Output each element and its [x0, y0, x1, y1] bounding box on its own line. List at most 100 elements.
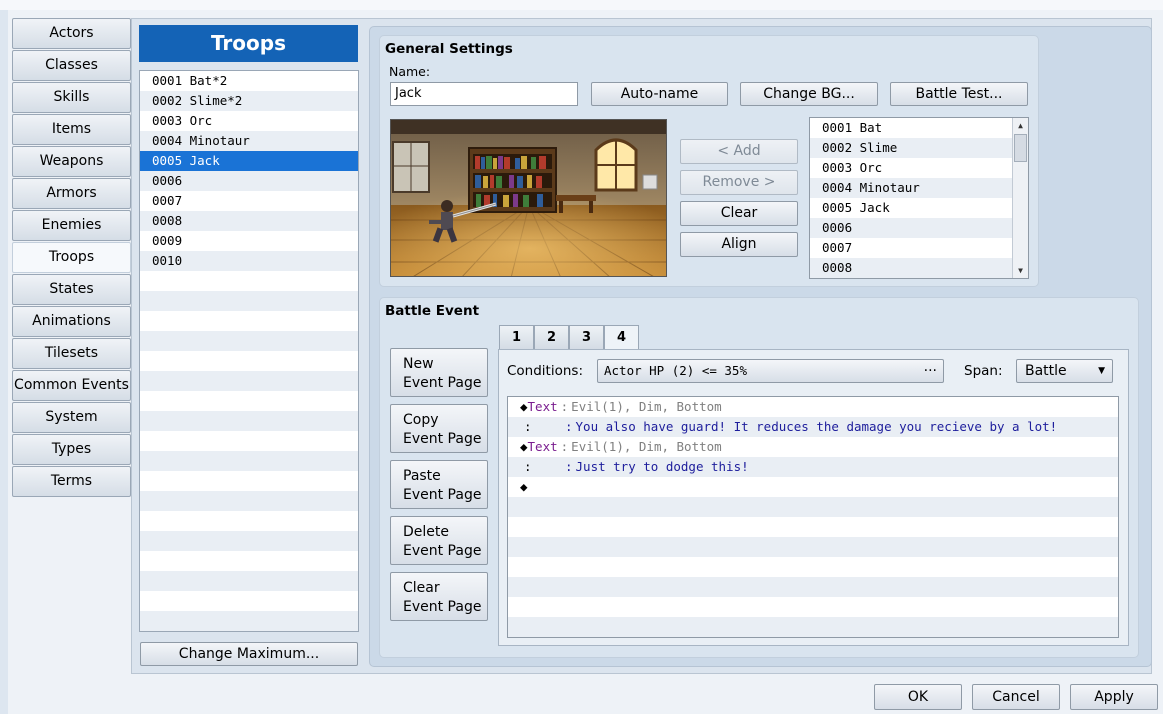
troop-item[interactable]: 0004 Minotaur — [140, 131, 358, 151]
paste-event-page-line1: Paste — [403, 468, 441, 484]
troop-item[interactable]: 0003 Orc — [140, 111, 358, 131]
battle-background-preview[interactable] — [390, 119, 667, 277]
command-separator: : — [565, 419, 573, 434]
span-label: Span: — [964, 363, 1003, 379]
scroll-up-icon[interactable]: ▲ — [1014, 119, 1027, 132]
delete-event-page-button[interactable]: Delete Event Page — [390, 516, 488, 565]
enemy-item[interactable]: 0007 — [810, 238, 1028, 258]
command-marker-icon: ◆ — [520, 439, 528, 454]
enemy-item[interactable]: 0001 Bat — [810, 118, 1028, 138]
category-system[interactable]: System — [12, 402, 131, 433]
troop-item[interactable]: 0002 Slime*2 — [140, 91, 358, 111]
scroll-down-icon[interactable]: ▼ — [1014, 264, 1027, 277]
change-maximum-button[interactable]: Change Maximum... — [140, 642, 358, 666]
conditions-button[interactable]: Actor HP (2) <= 35% ··· — [597, 359, 944, 383]
event-command-row[interactable]: :: You also have guard! It reduces the da… — [508, 417, 1118, 437]
troop-item-selected[interactable]: 0005 Jack — [140, 151, 358, 171]
category-weapons[interactable]: Weapons — [12, 146, 131, 177]
enemy-item[interactable]: 0008 — [810, 258, 1028, 278]
change-bg-button[interactable]: Change BG... — [740, 82, 878, 106]
new-event-page-line2: Event Page — [403, 375, 482, 391]
category-types[interactable]: Types — [12, 434, 131, 465]
enemy-item[interactable]: 0005 Jack — [810, 198, 1028, 218]
tab-page-2[interactable]: 2 — [534, 325, 569, 350]
span-select[interactable]: Battle ▼ — [1016, 359, 1113, 383]
enemy-item[interactable]: 0003 Orc — [810, 158, 1028, 178]
category-classes[interactable]: Classes — [12, 50, 131, 81]
command-separator: : — [560, 439, 569, 454]
message-text: You also have guard! It reduces the dama… — [575, 419, 1058, 434]
battleback-picture — [391, 120, 666, 276]
general-settings-title: General Settings — [385, 41, 513, 57]
name-label: Name: — [389, 64, 431, 79]
add-enemy-button[interactable]: < Add — [680, 139, 798, 164]
copy-event-page-line2: Event Page — [403, 431, 482, 447]
category-actors[interactable]: Actors — [12, 18, 131, 49]
clear-enemies-button[interactable]: Clear — [680, 201, 798, 226]
clear-event-page-line2: Event Page — [403, 599, 482, 615]
event-command-list[interactable]: ◆Text: Evil(1), Dim, Bottom :: You also ha… — [507, 396, 1119, 638]
message-text: Just try to dodge this! — [575, 459, 749, 474]
command-marker-icon: ◆ — [520, 399, 528, 414]
scroll-thumb[interactable] — [1014, 134, 1027, 162]
enemy-item[interactable]: 0002 Slime — [810, 138, 1028, 158]
enemy-item[interactable]: 0006 — [810, 218, 1028, 238]
cancel-button[interactable]: Cancel — [972, 684, 1060, 710]
window-top-strip — [0, 0, 1163, 10]
tab-page-4[interactable]: 4 — [604, 325, 639, 351]
clear-event-page-button[interactable]: Clear Event Page — [390, 572, 488, 621]
event-command-row[interactable]: ◆Text: Evil(1), Dim, Bottom — [508, 437, 1118, 457]
new-event-page-button[interactable]: New Event Page — [390, 348, 488, 397]
troops-list[interactable]: 0001 Bat*2 0002 Slime*2 0003 Orc 0004 Mi… — [139, 70, 359, 632]
span-value: Battle — [1025, 363, 1067, 379]
category-enemies[interactable]: Enemies — [12, 210, 131, 241]
troop-item[interactable]: 0007 — [140, 191, 358, 211]
command-separator: : — [565, 459, 573, 474]
event-command-row[interactable]: ◆Text: Evil(1), Dim, Bottom — [508, 397, 1118, 417]
align-enemies-button[interactable]: Align — [680, 232, 798, 257]
conditions-label: Conditions: — [507, 363, 584, 379]
category-states[interactable]: States — [12, 274, 131, 305]
ok-button[interactable]: OK — [874, 684, 962, 710]
name-input[interactable]: Jack — [390, 82, 578, 106]
paste-event-page-button[interactable]: Paste Event Page — [390, 460, 488, 509]
dropdown-arrow-icon: ▼ — [1098, 366, 1105, 376]
category-common-events[interactable]: Common Events — [12, 370, 131, 401]
category-animations[interactable]: Animations — [12, 306, 131, 337]
remove-enemy-button[interactable]: Remove > — [680, 170, 798, 195]
event-command-row[interactable]: ◆ — [508, 477, 1118, 497]
category-troops[interactable]: Troops — [12, 242, 131, 273]
conditions-value: Actor HP (2) <= 35% — [604, 363, 747, 378]
tab-page-1[interactable]: 1 — [499, 325, 534, 350]
command-marker-icon: ◆ — [520, 479, 528, 494]
battle-test-button[interactable]: Battle Test... — [890, 82, 1028, 106]
copy-event-page-button[interactable]: Copy Event Page — [390, 404, 488, 453]
battle-event-title: Battle Event — [385, 303, 480, 319]
command-name: Text — [527, 439, 558, 454]
troop-item[interactable]: 0009 — [140, 231, 358, 251]
continuation-mark: : — [524, 419, 532, 434]
category-armors[interactable]: Armors — [12, 178, 131, 209]
delete-event-page-line2: Event Page — [403, 543, 482, 559]
paste-event-page-line2: Event Page — [403, 487, 482, 503]
category-items[interactable]: Items — [12, 114, 131, 145]
category-skills[interactable]: Skills — [12, 82, 131, 113]
troop-item[interactable]: 0010 — [140, 251, 358, 271]
apply-button[interactable]: Apply — [1070, 684, 1158, 710]
enemy-list-scrollbar[interactable]: ▲ ▼ — [1012, 118, 1028, 278]
delete-event-page-line1: Delete — [403, 524, 449, 540]
conditions-more-icon: ··· — [923, 363, 937, 379]
enemy-list[interactable]: 0001 Bat 0002 Slime 0003 Orc 0004 Minota… — [809, 117, 1029, 279]
event-command-row[interactable]: :: Just try to dodge this! — [508, 457, 1118, 477]
category-terms[interactable]: Terms — [12, 466, 131, 497]
troop-item[interactable]: 0006 — [140, 171, 358, 191]
left-window-edge — [0, 10, 8, 714]
auto-name-button[interactable]: Auto-name — [591, 82, 728, 106]
troop-item[interactable]: 0008 — [140, 211, 358, 231]
troop-item[interactable]: 0001 Bat*2 — [140, 71, 358, 91]
copy-event-page-line1: Copy — [403, 412, 439, 428]
tab-page-3[interactable]: 3 — [569, 325, 604, 350]
enemy-item[interactable]: 0004 Minotaur — [810, 178, 1028, 198]
troops-header: Troops — [139, 25, 358, 62]
category-tilesets[interactable]: Tilesets — [12, 338, 131, 369]
